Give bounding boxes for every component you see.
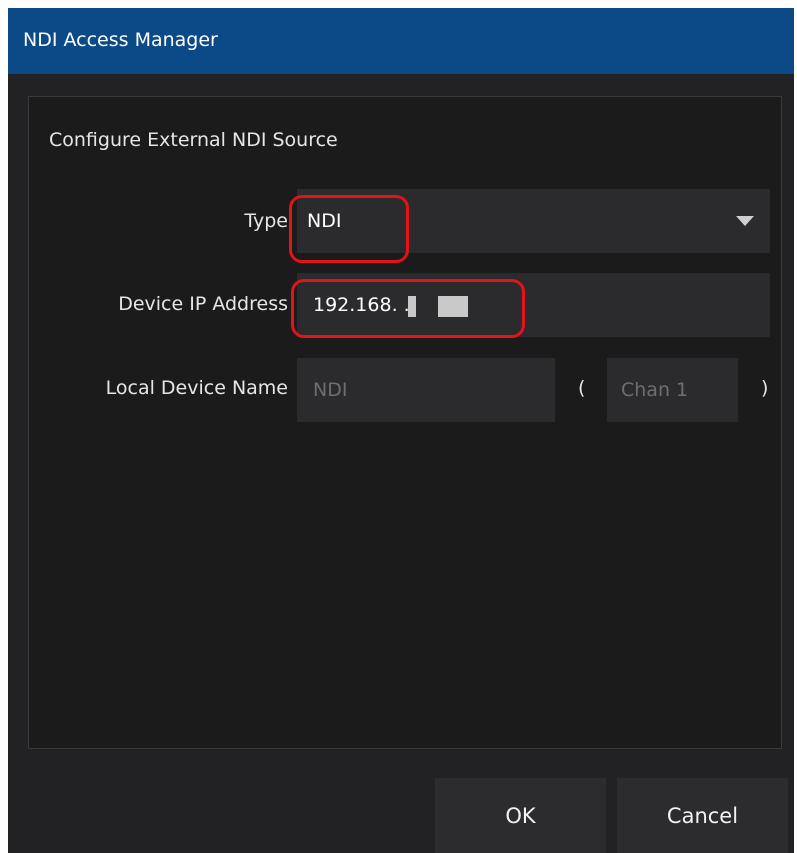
channel-input[interactable]: Chan 1 [607,358,738,422]
type-selected-value: NDI [307,210,342,232]
chevron-down-icon[interactable] [736,216,754,226]
type-dropdown[interactable]: NDI [297,189,770,253]
type-label: Type [244,210,288,232]
open-paren: ( [578,377,586,399]
local-device-name-placeholder: NDI [313,379,348,401]
cancel-button[interactable]: Cancel [617,778,788,853]
title-bar: NDI Access Manager [8,8,794,74]
config-panel: Configure External NDI Source Type NDI D… [28,96,782,749]
redaction-mask [408,296,416,317]
device-ip-input[interactable]: 192.168. . [297,273,770,337]
close-paren: ) [761,377,769,399]
window-title: NDI Access Manager [23,29,218,51]
local-device-name-input[interactable]: NDI [297,358,555,422]
channel-placeholder: Chan 1 [621,379,689,401]
local-device-name-label: Local Device Name [105,377,288,399]
ndi-access-manager-dialog: NDI Access Manager Configure External ND… [8,8,794,853]
redaction-mask [438,296,468,317]
device-ip-value: 192.168. . [313,294,410,316]
section-heading: Configure External NDI Source [49,129,338,151]
ok-button[interactable]: OK [435,778,606,853]
device-ip-label: Device IP Address [118,293,288,315]
